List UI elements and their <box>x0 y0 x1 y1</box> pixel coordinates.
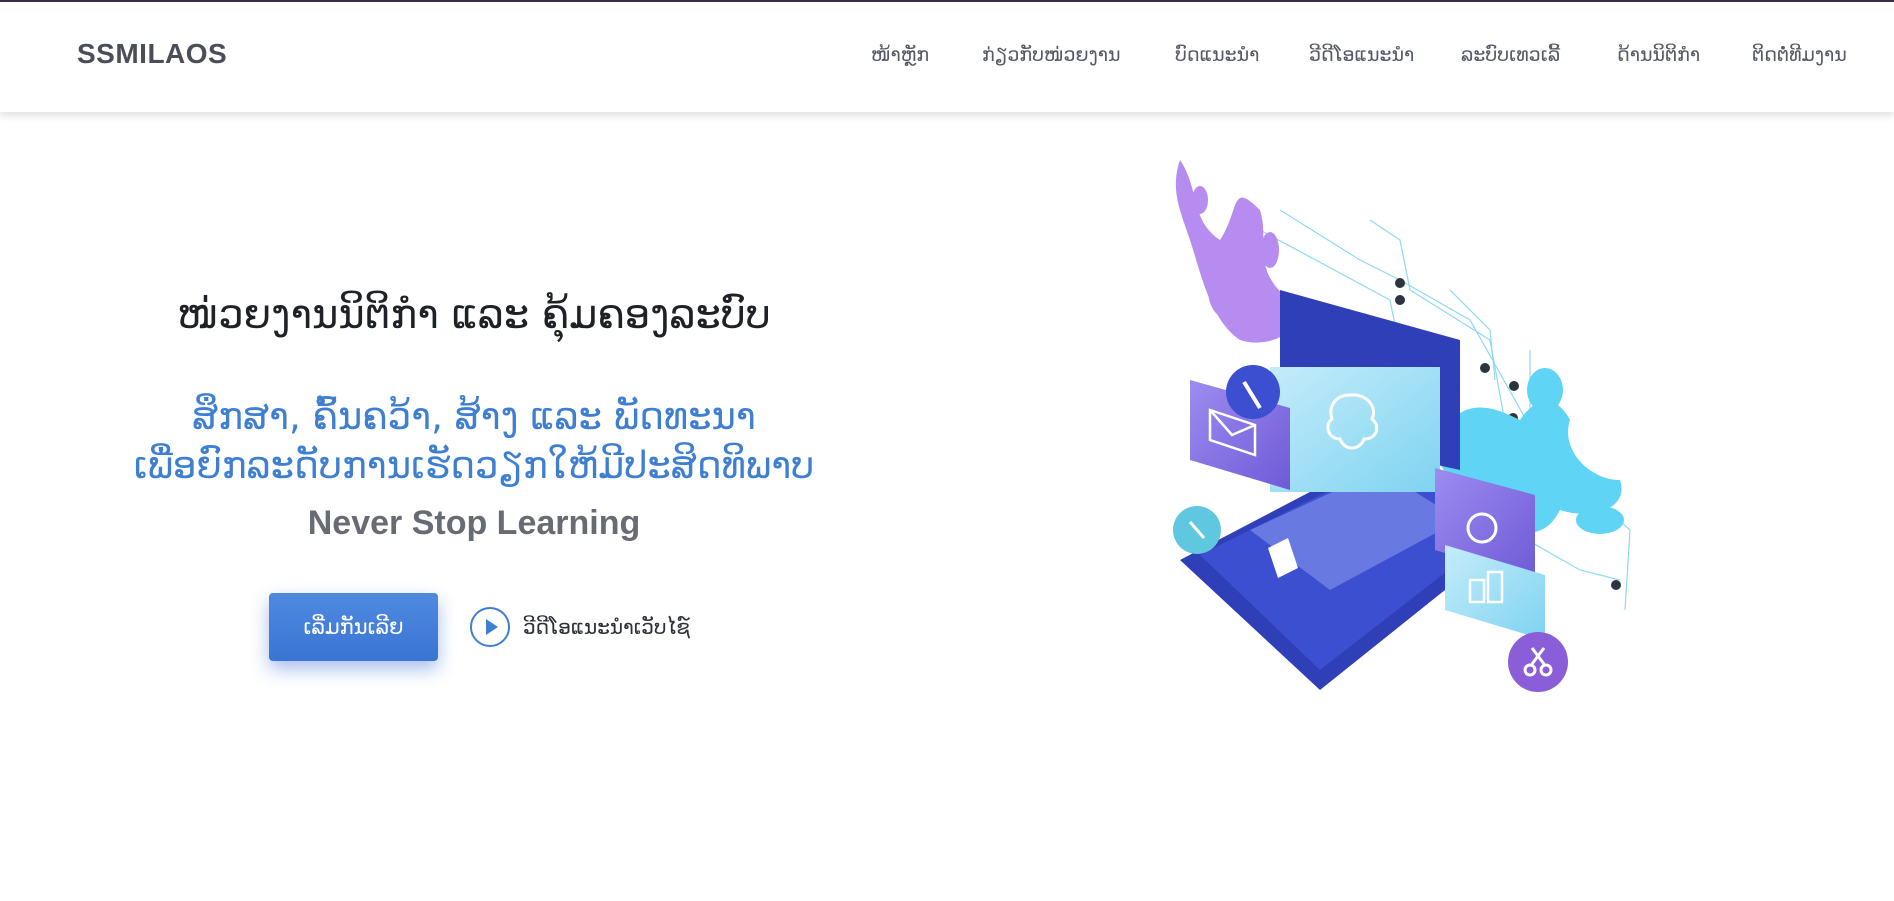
nav-item-about[interactable]: ກ່ຽວກັບໜ່ວຍງານ <box>982 44 1121 66</box>
nav-item-home[interactable]: ໜ້າຫຼັກ <box>871 44 929 66</box>
nav-item-contact[interactable]: ຕິດຕໍ່ທີມງານ <box>1752 44 1847 66</box>
hero-subtitle: ສຶກສາ, ຄົ້ນຄວ້າ, ສ້າງ ແລະ ພັດທະນາ ເພື່ອຍ… <box>110 392 838 490</box>
nav-item-videos[interactable]: ວີດີໂອແນະນຳ <box>1309 44 1414 66</box>
screen-panel-brain <box>1270 367 1440 492</box>
get-started-button[interactable]: ເລີ່ມກັນເລີຍ <box>269 593 438 661</box>
hero-subtitle-line2: ເພື່ອຍົກລະດັບການເຮັດວຽກໃຫ້ມີປະສິດທິພາບ <box>133 444 815 487</box>
hero-illustration <box>1173 160 1631 692</box>
nav-item-legal[interactable]: ດ້ານນິຕິກຳ <box>1617 44 1700 66</box>
nav-item-guides[interactable]: ບົດແນະນຳ <box>1175 44 1259 66</box>
site-header: SSMILAOS ໜ້າຫຼັກ ກ່ຽວກັບໜ່ວຍງານ ບົດແນະນຳ… <box>0 2 1894 112</box>
intro-video-link[interactable]: ວີດີໂອແນະນຳເວັບໄຊ໌ <box>470 603 690 651</box>
play-icon[interactable] <box>470 607 510 647</box>
nav-item-systems[interactable]: ລະບົບເທວເລີ້ <box>1461 44 1560 66</box>
hero-subtitle-line1: ສຶກສາ, ຄົ້ນຄວ້າ, ສ້າງ ແລະ ພັດທະນາ <box>192 395 756 438</box>
scissors-badge <box>1508 632 1568 692</box>
hero-title: ໜ່ວຍງານນິຕິກຳ ແລະ ຄຸ້ມຄອງລະບົບ <box>177 292 771 338</box>
hero-tagline: Never Stop Learning <box>307 504 641 542</box>
intro-video-label: ວີດີໂອແນະນຳເວັບໄຊ໌ <box>523 615 690 639</box>
purple-splash <box>1175 160 1296 343</box>
main-nav: ໜ້າຫຼັກ ກ່ຽວກັບໜ່ວຍງານ ບົດແນະນຳ ວີດີໂອແນ… <box>0 44 1894 74</box>
pencil-badge <box>1226 365 1280 419</box>
